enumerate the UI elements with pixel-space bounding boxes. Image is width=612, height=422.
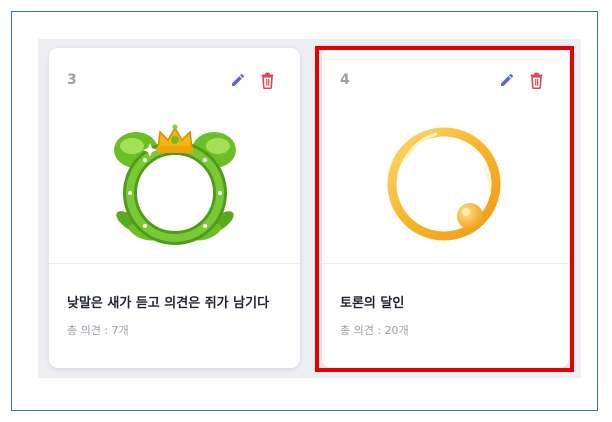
- edit-button[interactable]: [497, 70, 517, 90]
- badge-image: [322, 104, 569, 262]
- card-number: 3: [67, 72, 77, 88]
- pencil-icon: [501, 73, 514, 86]
- pencil-icon: [232, 73, 245, 86]
- opinion-count: 총 의견 : 7개: [67, 324, 129, 337]
- card-divider: [322, 263, 569, 264]
- delete-button[interactable]: [257, 70, 277, 90]
- badge-image: [49, 104, 300, 262]
- green-wreath-crown-icon: [113, 124, 236, 245]
- card-divider: [49, 263, 300, 264]
- edit-button[interactable]: [228, 70, 248, 90]
- delete-button[interactable]: [526, 70, 546, 90]
- trash-icon: [261, 72, 273, 89]
- card-title: 낮말은 새가 듣고 의견은 쥐가 남기다: [67, 296, 270, 311]
- badge-card-4[interactable]: 4 토론의 달인 총 의견: 20개: [322, 48, 569, 368]
- card-number: 4: [340, 72, 350, 88]
- card-title: 토론의 달인: [340, 296, 405, 311]
- badge-card-3[interactable]: 3 낮말은 새가 듣고 의견은 쥐가 남기다 총 의견: 7개: [49, 48, 300, 368]
- gold-ring-icon: [387, 127, 500, 241]
- trash-icon: [530, 72, 542, 89]
- opinion-count: 총 의견 : 20개: [340, 324, 409, 337]
